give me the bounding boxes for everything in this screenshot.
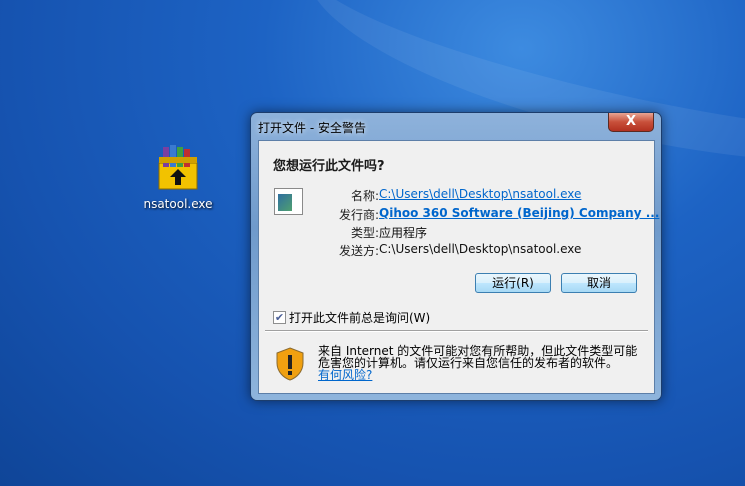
warning-shield-icon [276,347,304,385]
always-ask-label[interactable]: 打开此文件前总是询问(W) [289,309,430,326]
desktop-icon-label: nsatool.exe [143,197,213,211]
warning-message: 来自 Internet 的文件可能对您有所帮助，但此文件类型可能危害您的计算机。… [318,344,638,370]
warning-text: 来自 Internet 的文件可能对您有所帮助，但此文件类型可能危害您的计算机。… [318,345,648,381]
run-button[interactable]: 运行(R) [475,273,551,293]
winrar-archive-icon [155,143,201,191]
type-value: 应用程序 [379,226,428,240]
dialog-question: 您想运行此文件吗? [273,159,385,174]
from-value: C:\Users\dell\Desktop\nsatool.exe [379,242,582,256]
divider [265,330,648,332]
from-label: 发送方: [338,244,379,258]
always-ask-checkbox[interactable]: ✔ [273,311,286,324]
name-link[interactable]: C:\Users\dell\Desktop\nsatool.exe [379,187,581,201]
type-label: 类型: [350,226,379,240]
dialog-title: 打开文件 - 安全警告 [258,121,366,135]
desktop-icon-nsatool[interactable]: nsatool.exe [140,143,216,211]
publisher-label: 发行商: [338,208,379,222]
publisher-link[interactable]: Qihoo 360 Software (Beijing) Company ... [379,206,659,220]
name-label: 名称: [350,189,379,203]
cancel-button[interactable]: 取消 [561,273,637,293]
dialog-content: 您想运行此文件吗? 名称: C:\Users\dell\Desktop\nsat… [258,140,659,394]
close-button[interactable]: X [608,113,654,132]
security-warning-dialog: 打开文件 - 安全警告 X 您想运行此文件吗? 名称: C:\Users\del… [250,112,662,401]
risk-link[interactable]: 有何风险? [318,368,372,382]
